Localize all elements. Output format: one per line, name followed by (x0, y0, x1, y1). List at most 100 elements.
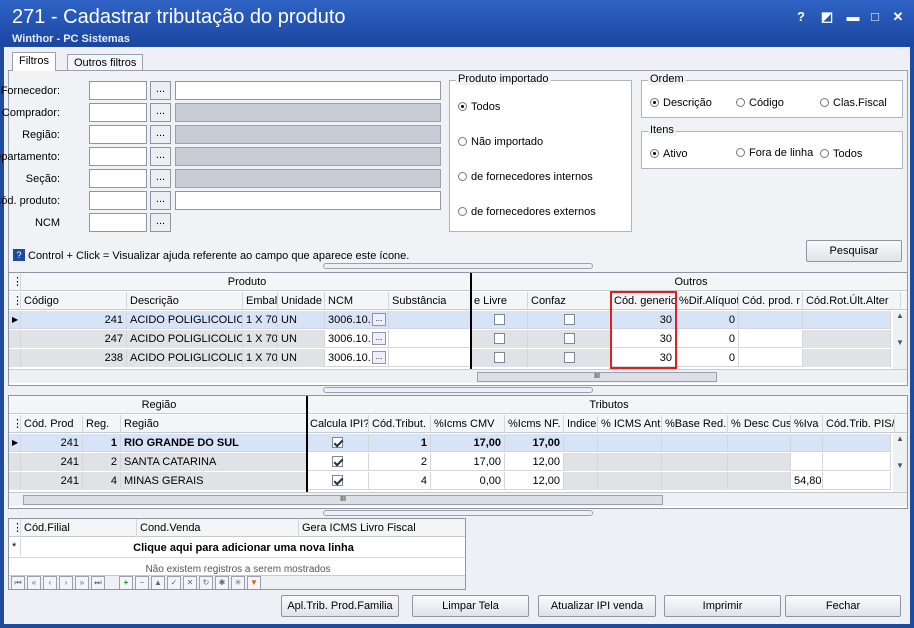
cell-embal[interactable]: 1 X 70 (243, 311, 278, 329)
secao-code-input[interactable] (89, 169, 147, 188)
regioes-hscroll-thumb[interactable]: III (23, 495, 663, 505)
apl-trib-prod-familia-button[interactable]: Apl.Trib. Prod.Familia (281, 595, 399, 617)
radio-ordem-codigo[interactable]: Código (736, 97, 784, 109)
last-record-icon[interactable]: ⏭ (91, 576, 105, 589)
col-icms-ant[interactable]: % ICMS Ant (598, 415, 662, 433)
cell-cod-prod[interactable]: 241 (21, 472, 83, 490)
regiao-search-button[interactable]: ... (150, 125, 171, 144)
limpar-tela-button[interactable]: Limpar Tela (412, 595, 529, 617)
col-unidade[interactable]: Unidade (278, 292, 325, 310)
cell-icms-cmv[interactable]: 17,00 (431, 453, 505, 471)
cell-iva[interactable] (791, 453, 823, 471)
cell-icms-ant[interactable] (598, 434, 662, 452)
cell-substancia[interactable] (389, 330, 471, 348)
ncm-input[interactable] (89, 213, 147, 232)
col-icms-nf[interactable]: %Icms NF. (505, 415, 564, 433)
splitter-grip[interactable] (323, 387, 593, 393)
splitter-middle[interactable] (8, 387, 908, 393)
produtos-hscroll-thumb[interactable]: III (477, 372, 717, 382)
cell-regiao[interactable]: SANTA CATARINA (121, 453, 307, 471)
col-substancia[interactable]: Substância (389, 292, 471, 310)
cell-unidade[interactable]: UN (278, 330, 325, 348)
bookmark-icon[interactable]: ✱ (215, 576, 229, 589)
table-row[interactable]: 241 4 MINAS GERAIS 4 0,00 12,00 54,80 (9, 472, 891, 490)
cell-indice[interactable] (564, 453, 598, 471)
cell-unidade[interactable]: UN (278, 349, 325, 367)
cell-confaz[interactable] (528, 330, 611, 348)
col-reg[interactable]: Reg. (83, 415, 121, 433)
cell-iva[interactable] (791, 434, 823, 452)
cell-cod-tribut[interactable]: 4 (369, 472, 431, 490)
table-row[interactable]: 241 2 SANTA CATARINA 2 17,00 12,00 (9, 453, 891, 471)
cell-livre[interactable] (471, 311, 528, 329)
cod-produto-input[interactable] (89, 191, 147, 210)
cell-livre[interactable] (471, 349, 528, 367)
prev-page-icon[interactable]: « (27, 576, 41, 589)
ncm-lookup-button[interactable]: ... (372, 332, 386, 345)
table-row[interactable]: 238 ACIDO POLIGLICOLICO 1 X 70 UN 3006.1… (9, 349, 891, 367)
atualizar-ipi-venda-button[interactable]: Atualizar IPI venda (538, 595, 656, 617)
add-row-text[interactable]: Clique aqui para adicionar uma nova linh… (21, 538, 465, 556)
cell-desc-cus[interactable] (728, 434, 791, 452)
splitter-grip[interactable] (323, 510, 593, 516)
cell-cod-prod[interactable]: 241 (21, 434, 83, 452)
cell-substancia[interactable] (389, 349, 471, 367)
splitter-grip[interactable] (323, 263, 593, 269)
cell-codigo[interactable]: 247 (21, 330, 127, 348)
checkbox-checked-icon[interactable] (332, 456, 343, 467)
cell-icms-nf[interactable]: 12,00 (505, 453, 564, 471)
imprimir-button[interactable]: Imprimir (664, 595, 781, 617)
splitter-top[interactable] (8, 263, 908, 269)
cell-icms-ant[interactable] (598, 453, 662, 471)
cell-cod-rot[interactable] (803, 349, 891, 367)
ncm-lookup-button[interactable]: ... (372, 313, 386, 326)
cell-ncm[interactable]: 3006.10.... (325, 349, 389, 367)
edit-icon[interactable]: ▲ (151, 576, 165, 589)
cancel-icon[interactable]: ✕ (183, 576, 197, 589)
col-livre[interactable]: e Livre (471, 292, 528, 310)
close-icon[interactable]: ✕ (889, 8, 907, 26)
next-record-icon[interactable]: › (59, 576, 73, 589)
col-base-red[interactable]: %Base Red. (662, 415, 728, 433)
cell-base-red[interactable] (662, 453, 728, 471)
cell-cod-trib-pis[interactable] (823, 453, 891, 471)
cell-cod-tribut[interactable]: 1 (369, 434, 431, 452)
radio-nao-importado[interactable]: Não importado (458, 136, 543, 148)
fornecedor-code-input[interactable] (89, 81, 147, 100)
cell-iva[interactable]: 54,80 (791, 472, 823, 490)
cell-substancia[interactable] (389, 311, 471, 329)
table-row[interactable]: ▶ 241 ACIDO POLIGLICOLICO 1 X 70 UN 3006… (9, 311, 891, 329)
cell-descricao[interactable]: ACIDO POLIGLICOLICO (127, 330, 243, 348)
departamento-search-button[interactable]: ... (150, 147, 171, 166)
ncm-search-button[interactable]: ... (150, 213, 171, 232)
cod-produto-search-button[interactable]: ... (150, 191, 171, 210)
produtos-vscroll[interactable]: ▲ ▼ (893, 311, 907, 369)
cell-livre[interactable] (471, 330, 528, 348)
cell-unidade[interactable]: UN (278, 311, 325, 329)
radio-fornecedores-internos[interactable]: de fornecedores internos (458, 171, 593, 183)
checkbox-icon[interactable] (563, 333, 575, 344)
column-chooser-icon[interactable]: ⋮ (9, 292, 21, 310)
cell-indice[interactable] (564, 472, 598, 490)
col-confaz[interactable]: Confaz (528, 292, 611, 310)
col-dif-aliquota[interactable]: %Dif.Alíquot (676, 292, 739, 310)
tab-outros-filtros[interactable]: Outros filtros (67, 54, 144, 71)
filter-icon[interactable]: ▼ (247, 576, 261, 589)
add-row[interactable]: * Clique aqui para adicionar uma nova li… (9, 538, 465, 558)
column-chooser-icon[interactable]: ⋮ (9, 273, 21, 291)
cell-embal[interactable]: 1 X 70 (243, 330, 278, 348)
col-cod-trib-pis[interactable]: Cód.Trib. PIS/ (823, 415, 895, 433)
col-desc-cus[interactable]: % Desc Cus (728, 415, 791, 433)
col-cod-tribut[interactable]: Cód.Tribut. (369, 415, 431, 433)
cell-icms-cmv[interactable]: 17,00 (431, 434, 505, 452)
radio-ordem-descricao[interactable]: Descrição (650, 97, 712, 109)
col-gera-icms[interactable]: Gera ICMS Livro Fiscal (299, 519, 465, 537)
radio-itens-ativo[interactable]: Ativo (650, 148, 687, 160)
radio-todos[interactable]: Todos (458, 101, 500, 113)
cell-descricao[interactable]: ACIDO POLIGLICOLICO (127, 311, 243, 329)
cell-cod-tribut[interactable]: 2 (369, 453, 431, 471)
col-codigo[interactable]: Código (21, 292, 127, 310)
first-record-icon[interactable]: ⏮ (11, 576, 25, 589)
goto-bookmark-icon[interactable]: ✳ (231, 576, 245, 589)
cell-calcula-ipi[interactable] (307, 453, 369, 471)
